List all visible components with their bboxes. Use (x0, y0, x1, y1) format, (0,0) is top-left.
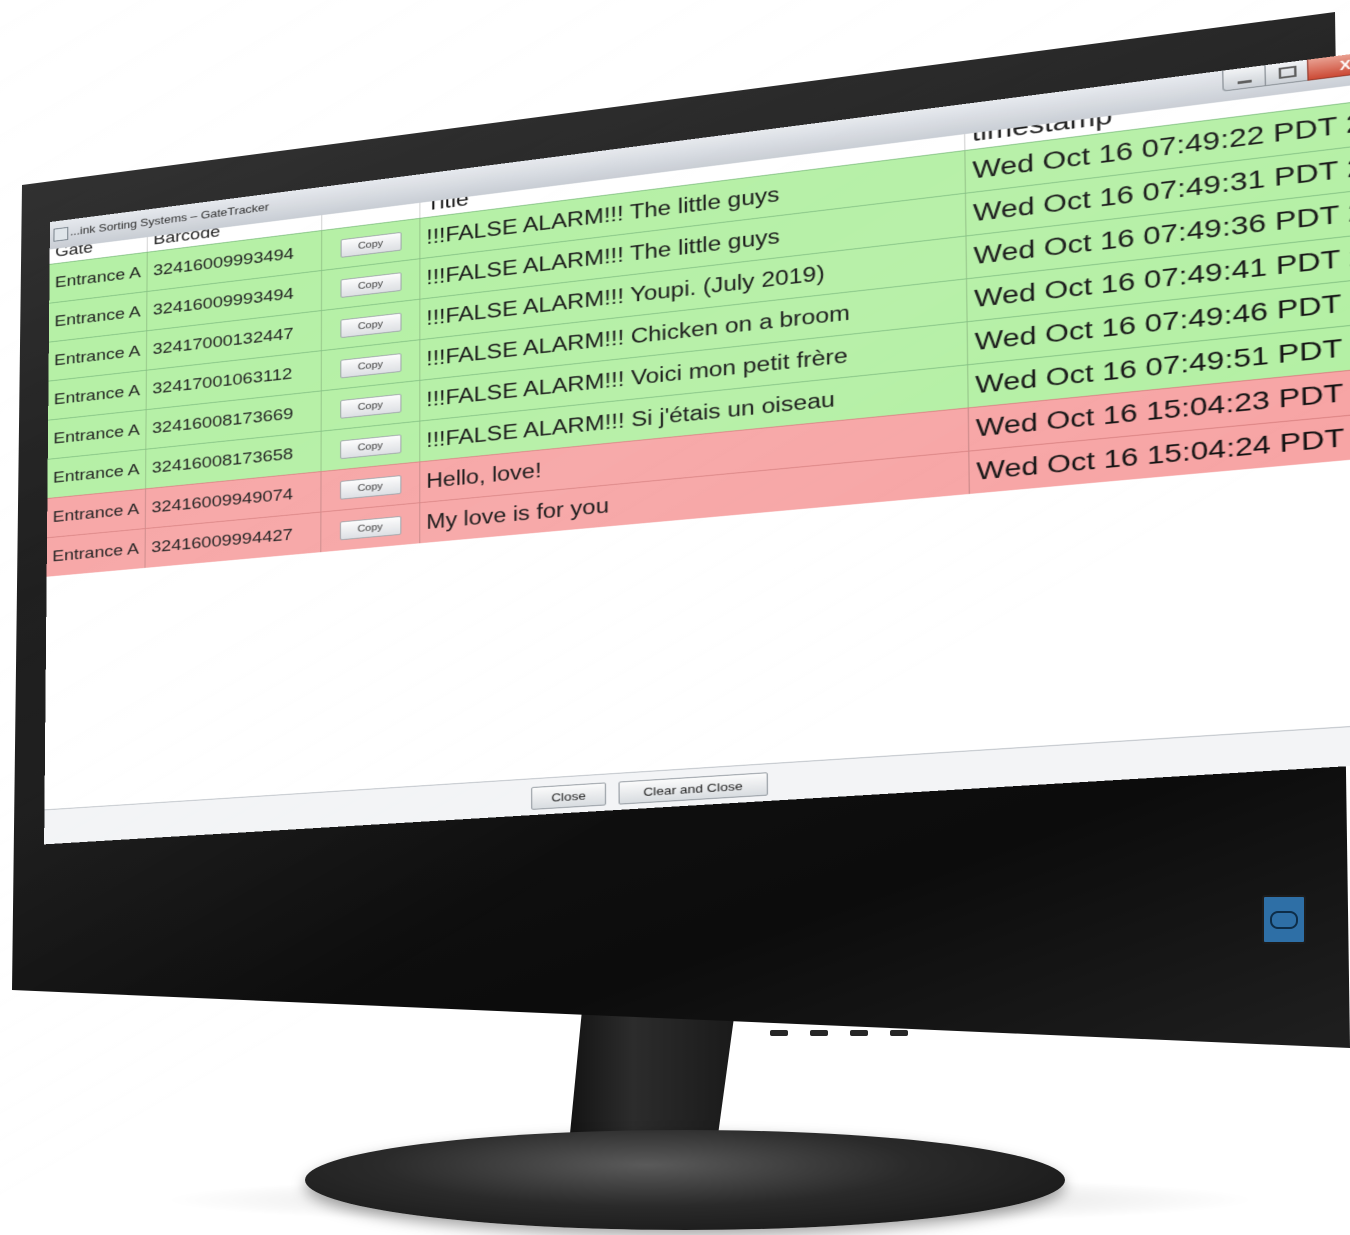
copy-button[interactable]: Copy (339, 352, 401, 379)
copy-button[interactable]: Copy (340, 271, 402, 298)
copy-button[interactable]: Copy (339, 312, 401, 338)
close-icon: X (1339, 56, 1350, 73)
copy-button[interactable]: Copy (339, 393, 401, 419)
minimize-button[interactable] (1222, 64, 1268, 92)
maximize-icon (1278, 65, 1297, 80)
monitor-buttons (770, 1030, 908, 1036)
copy-button[interactable]: Copy (339, 474, 401, 500)
maximize-button[interactable] (1264, 59, 1310, 87)
copy-button[interactable]: Copy (340, 231, 402, 258)
close-button[interactable]: Close (531, 782, 607, 810)
copy-button[interactable]: Copy (339, 515, 401, 540)
cell-copy: Copy (321, 503, 421, 553)
monitor-logo-icon (1262, 895, 1306, 944)
cell-gate: Entrance A (46, 528, 146, 577)
monitor-stand-base (305, 1130, 1065, 1230)
minimize-icon (1237, 79, 1252, 84)
clear-and-close-button[interactable]: Clear and Close (618, 772, 768, 805)
app-icon (53, 226, 69, 242)
copy-button[interactable]: Copy (339, 434, 401, 459)
